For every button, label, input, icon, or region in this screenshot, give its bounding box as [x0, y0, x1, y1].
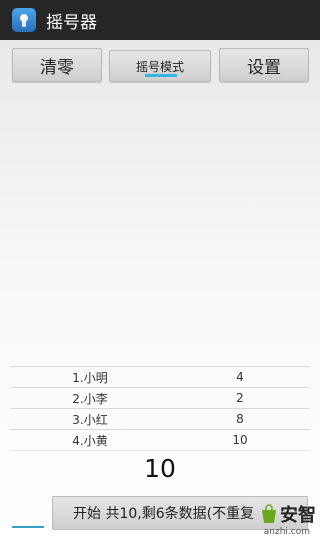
settings-button-label: 设置: [247, 57, 281, 78]
input-underline: [12, 526, 44, 528]
participant-count: 10: [232, 433, 248, 447]
participant-name: 3.小红: [72, 412, 108, 427]
watermark-logo: 安智: [258, 501, 316, 527]
result-number: 10: [144, 454, 176, 483]
mode-button-label: 摇号模式: [135, 59, 184, 74]
title-bar: 摇号器: [0, 0, 320, 40]
clear-button[interactable]: 清零: [12, 48, 102, 82]
watermark-brand: 安智: [280, 505, 316, 526]
start-button-label: 开始 共10,剩6条数据(不重复: [73, 506, 255, 522]
watermark-url: anzhi.com: [263, 527, 310, 537]
anzhi-watermark: 安智 anzhi.com: [248, 498, 320, 540]
participant-count: 2: [236, 391, 244, 405]
shopping-bag-icon: [262, 504, 276, 523]
list-item[interactable]: 2.小李 2: [10, 387, 310, 408]
participant-name: 1.小明: [72, 370, 108, 385]
list-item[interactable]: 1.小明 4: [10, 366, 310, 387]
participant-list: 1.小明 4 2.小李 2 3.小红 8 4.小黄 10: [10, 366, 310, 451]
participant-count: 8: [236, 412, 244, 426]
toolbar: 清零 摇号模式 设置: [10, 48, 310, 84]
mode-button[interactable]: 摇号模式: [109, 50, 211, 82]
participant-count: 4: [236, 370, 244, 384]
main-content: 清零 摇号模式 设置 1.小明 4 2.小李 2 3.小红 8 4.小黄 10 …: [0, 40, 320, 540]
participant-name: 2.小李: [72, 391, 108, 406]
participant-name: 4.小黄: [72, 433, 108, 448]
app-icon: [12, 8, 36, 32]
mode-active-indicator: [145, 74, 177, 77]
list-item[interactable]: 4.小黄 10: [10, 429, 310, 451]
clear-button-label: 清零: [40, 57, 74, 78]
app-title: 摇号器: [46, 12, 97, 33]
list-item[interactable]: 3.小红 8: [10, 408, 310, 429]
settings-button[interactable]: 设置: [219, 48, 309, 82]
